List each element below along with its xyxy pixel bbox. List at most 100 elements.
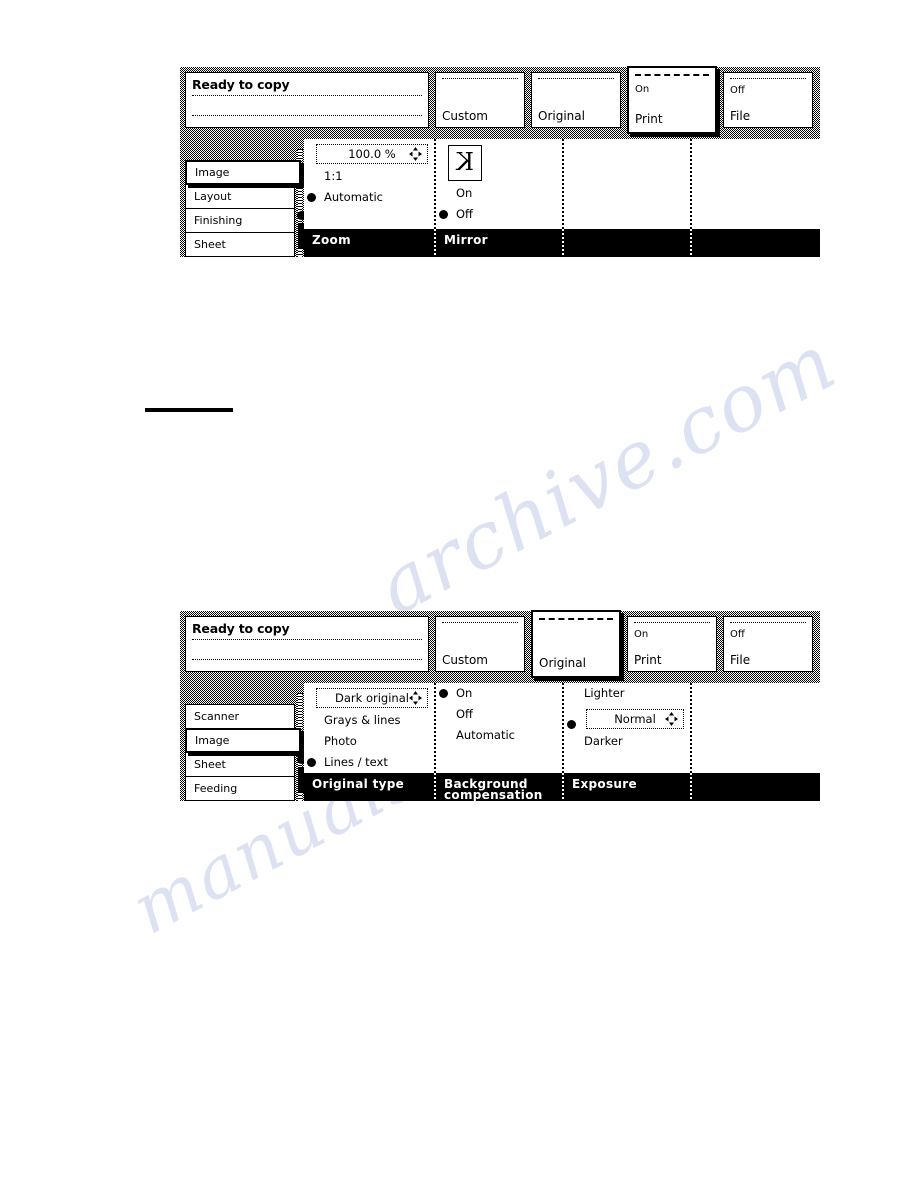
four-way-arrow-icon[interactable] (409, 147, 422, 161)
option-mirror-0[interactable]: On (436, 183, 562, 204)
column-title-empty-1 (564, 229, 690, 257)
sidebar-item-sheet[interactable]: Sheet (185, 752, 295, 777)
column-title-exposure: Exposure (564, 773, 690, 801)
sidebar-item-label: Finishing (194, 214, 243, 227)
option-label: Off (456, 207, 473, 221)
tab-file[interactable]: Off File (723, 616, 813, 672)
option-background-compensation-1[interactable]: Off (436, 704, 562, 725)
column-mirror: K On Off Mirror (434, 139, 562, 257)
option-label: Automatic (456, 728, 515, 742)
column-title-original-type: Original type (304, 773, 434, 801)
watermark-text-1: archive.com (363, 316, 851, 634)
option-exposure-after-0[interactable]: Darker (564, 731, 690, 752)
sidebar-item-layout[interactable]: Layout (185, 184, 295, 209)
column-options (692, 139, 820, 229)
column-title-label: Zoom (312, 233, 351, 247)
sidebar-item-scanner[interactable]: Scanner (185, 704, 295, 729)
sidebar-item-label: Image (195, 166, 230, 179)
column-title-empty-2 (692, 229, 820, 257)
status-rule (192, 95, 422, 97)
sidebar-item-sheet[interactable]: Sheet (185, 232, 295, 257)
spinner-value: Dark original (335, 691, 409, 705)
column-original-type: Dark original Grays & lines Photo Lines / t… (304, 683, 434, 801)
column-zoom: 100.0 % 1:1 Automatic Zoom (304, 139, 434, 257)
sidebar-item-image[interactable]: Image (185, 728, 301, 753)
column-title-label: Background compensation (444, 777, 543, 802)
spinner-value: Normal (614, 712, 656, 726)
tab-dotted-rule (730, 622, 806, 624)
tab-label: Original (538, 109, 585, 123)
tab-print[interactable]: On Print (627, 616, 717, 672)
option-background-compensation-2[interactable]: Automatic (436, 725, 562, 746)
tab-sublabel: Off (730, 629, 745, 640)
tab-custom[interactable]: Custom (435, 616, 525, 672)
tab-original[interactable]: Original (531, 610, 621, 678)
status-display: Ready to copy (185, 616, 429, 672)
column-title-label: Mirror (444, 233, 488, 247)
panel-header-bar: Ready to copy Custom Original On Print Off Fil… (180, 66, 820, 139)
column-options (692, 683, 820, 773)
column-title-label: Original type (312, 777, 405, 791)
column-empty-2 (690, 139, 820, 257)
tab-label: File (730, 653, 751, 667)
tab-label: Original (539, 656, 586, 670)
tab-custom[interactable]: Custom (435, 72, 525, 128)
status-message: Ready to copy (192, 77, 290, 92)
sidebar-item-image[interactable]: Image (185, 160, 301, 185)
radio-selected-indicator (567, 720, 576, 729)
tab-label: Custom (442, 109, 488, 123)
option-label: Off (456, 707, 473, 721)
spinner-row-exposure: Normal (564, 709, 690, 729)
spinner-value: 100.0 % (348, 147, 396, 161)
option-exposure-0[interactable]: Lighter (564, 683, 690, 704)
option-label: On (456, 686, 473, 700)
option-label: Lines / text (324, 755, 388, 769)
panel-body: Scanner Image Sheet Feeding Dark original Gra… (180, 683, 820, 801)
spinner-exposure[interactable]: Normal (586, 709, 684, 729)
option-original-type-0[interactable]: Grays & lines (304, 710, 434, 731)
sidebar-item-label: Image (195, 734, 230, 747)
tab-label: Print (634, 653, 662, 667)
column-options: K On Off (436, 139, 562, 229)
column-title-empty-1 (692, 773, 820, 801)
option-original-type-1[interactable]: Photo (304, 731, 434, 752)
tab-file[interactable]: Off File (723, 72, 813, 128)
column-background-compensation: On Off Automatic Background compensation (434, 683, 562, 801)
column-exposure: Lighter Normal Darker Exposure (562, 683, 690, 801)
option-label: Automatic (324, 190, 383, 204)
column-options: 100.0 % 1:1 Automatic (304, 139, 434, 229)
tab-dotted-rule (730, 78, 806, 80)
tab-dotted-rule (442, 622, 518, 624)
tab-sublabel: On (635, 84, 650, 95)
sidebar-item-label: Sheet (194, 758, 226, 771)
sidebar-item-label: Scanner (194, 710, 240, 723)
spinner-zoom[interactable]: 100.0 % (316, 144, 428, 164)
mirrored-letter-icon: K (448, 145, 482, 181)
status-rule (192, 639, 422, 641)
status-rule (192, 115, 422, 117)
sidebar-item-label: Sheet (194, 238, 226, 251)
column-options (564, 139, 690, 229)
option-mirror-1[interactable]: Off (436, 204, 562, 225)
tab-dotted-rule (635, 74, 709, 77)
tab-label: Custom (442, 653, 488, 667)
tab-label: File (730, 109, 751, 123)
option-label: On (456, 186, 473, 200)
option-background-compensation-0[interactable]: On (436, 683, 562, 704)
four-way-arrow-icon[interactable] (665, 712, 678, 726)
sidebar-item-feeding[interactable]: Feeding (185, 776, 295, 801)
tab-label: Print (635, 112, 663, 126)
option-original-type-2[interactable]: Lines / text (304, 752, 434, 773)
section-divider-rule (145, 408, 233, 412)
sidebar-item-finishing[interactable]: Finishing (185, 208, 295, 233)
copier-panel-original-type: Ready to copy Custom Original On Print Off Fil… (180, 610, 820, 801)
tab-sublabel: Off (730, 85, 745, 96)
tab-original[interactable]: Original (531, 72, 621, 128)
copier-panel-image-zoom: Ready to copy Custom Original On Print Off Fil… (180, 66, 820, 257)
option-label: Lighter (584, 686, 625, 700)
spinner-original-type[interactable]: Dark original (316, 688, 428, 708)
four-way-arrow-icon[interactable] (409, 691, 422, 705)
option-zoom-0[interactable]: 1:1 (304, 166, 434, 187)
option-zoom-1[interactable]: Automatic (304, 187, 434, 208)
tab-print[interactable]: On Print (627, 66, 717, 134)
